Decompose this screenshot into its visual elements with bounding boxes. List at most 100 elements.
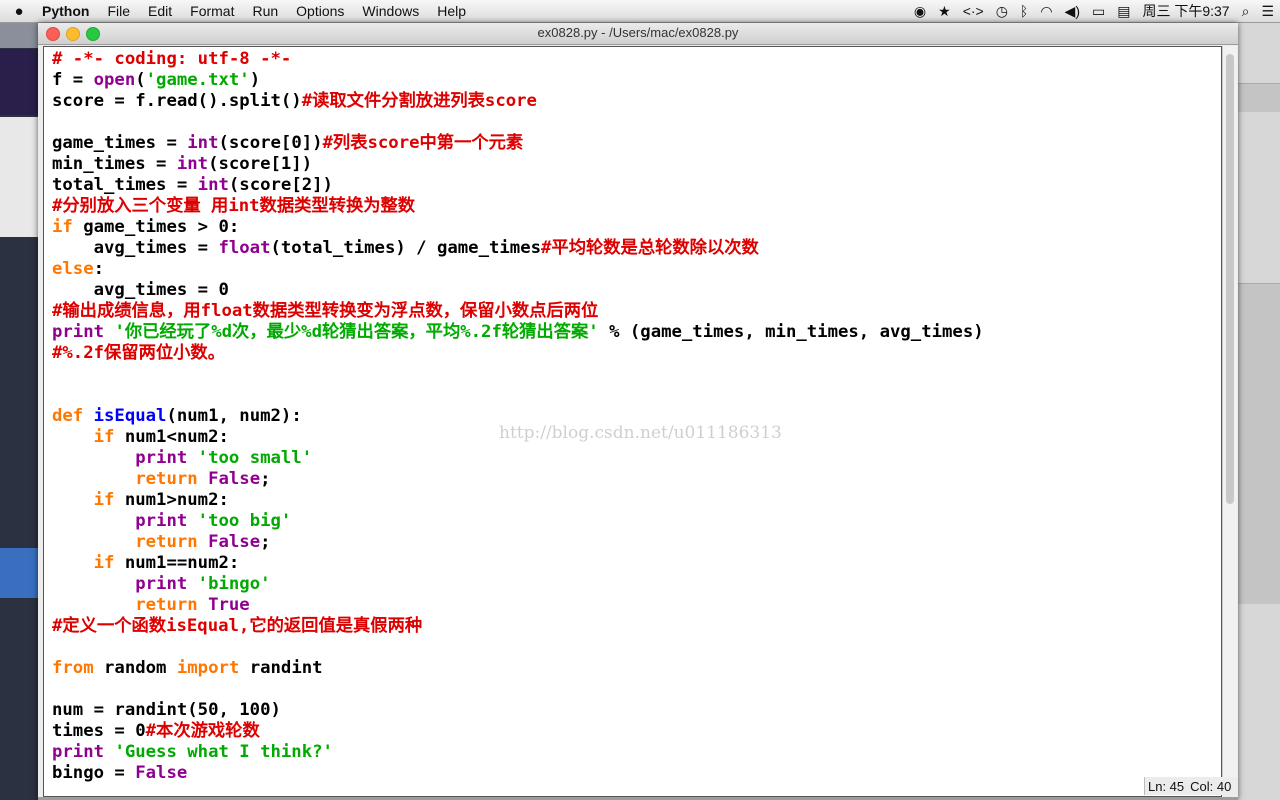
code-token: int xyxy=(197,175,229,195)
code-line[interactable]: print '你已经玩了%d次，最少%d轮猜出答案，平均%.2f轮猜出答案' %… xyxy=(52,322,984,343)
code-token: int xyxy=(187,133,219,153)
desktop-tile xyxy=(0,23,38,48)
code-line[interactable]: # -*- coding: utf-8 -*- xyxy=(52,49,984,70)
spotlight-search-icon[interactable]: ⌕ xyxy=(1236,3,1256,20)
menu-run[interactable]: Run xyxy=(243,3,287,19)
volume-icon[interactable]: ◀) xyxy=(1059,3,1086,20)
code-token: if xyxy=(93,490,115,510)
line-number: Ln: 45 xyxy=(1148,778,1185,794)
code-line[interactable]: from random import randint xyxy=(52,658,984,679)
code-line[interactable]: print 'too big' xyxy=(52,511,984,532)
code-line[interactable] xyxy=(52,637,984,658)
code-token: (num1, num2): xyxy=(166,406,302,426)
code-token: avg_times = 0 xyxy=(52,280,229,300)
code-token: 'game.txt' xyxy=(145,70,250,90)
desktop-tile xyxy=(1238,83,1280,112)
menu-bar: ● Python File Edit Format Run Options Wi… xyxy=(0,0,1280,23)
desktop-tile xyxy=(0,548,38,598)
code-line[interactable]: return False; xyxy=(52,532,984,553)
code-token: def xyxy=(52,406,84,426)
code-line[interactable]: avg_times = 0 xyxy=(52,280,984,301)
status-bar: Ln: 45 Col: 40 xyxy=(1144,777,1238,795)
code-token: #分别放入三个变量 用int数据类型转换为整数 xyxy=(52,196,416,216)
code-line[interactable]: print 'too small' xyxy=(52,448,984,469)
code-token: ; xyxy=(260,532,271,552)
code-line[interactable]: total_times = int(score[2]) xyxy=(52,175,984,196)
code-line[interactable] xyxy=(52,364,984,385)
code-token: else xyxy=(52,259,94,279)
code-line[interactable]: #输出成绩信息，用float数据类型转换变为浮点数，保留小数点后两位 xyxy=(52,301,984,322)
time-machine-icon[interactable]: ◷ xyxy=(990,3,1014,20)
menu-format[interactable]: Format xyxy=(181,3,243,19)
menu-windows[interactable]: Windows xyxy=(353,3,428,19)
code-line[interactable]: if game_times > 0: xyxy=(52,217,984,238)
code-line[interactable]: num = randint(50, 100) xyxy=(52,700,984,721)
code-line[interactable]: times = 0#本次游戏轮数 xyxy=(52,721,984,742)
code-line[interactable]: print 'bingo' xyxy=(52,574,984,595)
code-token: num1>num2: xyxy=(114,490,229,510)
menu-help[interactable]: Help xyxy=(428,3,475,19)
code-line[interactable]: return True xyxy=(52,595,984,616)
code-token: min_times = xyxy=(52,154,177,174)
code-text[interactable]: # -*- coding: utf-8 -*- f = open('game.tx… xyxy=(52,49,984,784)
menu-edit[interactable]: Edit xyxy=(139,3,181,19)
scrollbar-thumb[interactable] xyxy=(1226,54,1234,504)
siri-icon[interactable]: ◉ xyxy=(908,3,932,20)
code-line[interactable]: f = open('game.txt') xyxy=(52,70,984,91)
code-line[interactable]: score = f.read().split()#读取文件分割放进列表score xyxy=(52,91,984,112)
code-line[interactable]: print 'Guess what I think?' xyxy=(52,742,984,763)
code-line[interactable]: return False; xyxy=(52,469,984,490)
battery-icon[interactable]: ▭ xyxy=(1086,3,1111,20)
code-token: (score[2]) xyxy=(228,175,333,195)
code-line[interactable] xyxy=(52,385,984,406)
code-token: if xyxy=(93,553,115,573)
code-line[interactable] xyxy=(52,679,984,700)
code-line[interactable]: #分别放入三个变量 用int数据类型转换为整数 xyxy=(52,196,984,217)
bluetooth-icon[interactable]: ᛒ xyxy=(1014,3,1034,19)
code-line[interactable]: if num1==num2: xyxy=(52,553,984,574)
code-token: 'Guess what I think?' xyxy=(114,742,333,762)
window-title: ex0828.py - /Users/mac/ex0828.py xyxy=(537,25,739,40)
code-line[interactable]: min_times = int(score[1]) xyxy=(52,154,984,175)
title-bar[interactable]: ex0828.py - /Users/mac/ex0828.py xyxy=(38,23,1238,45)
code-token: False xyxy=(208,532,261,552)
code-line[interactable]: game_times = int(score[0])#列表score中第一个元素 xyxy=(52,133,984,154)
code-token: int xyxy=(176,154,209,174)
code-line[interactable] xyxy=(52,112,984,133)
clock[interactable]: 周三 下午9:37 xyxy=(1136,1,1235,21)
menu-app-python[interactable]: Python xyxy=(38,3,98,19)
code-editor[interactable]: # -*- coding: utf-8 -*- f = open('game.tx… xyxy=(43,46,1222,797)
code-line[interactable]: bingo = False xyxy=(52,763,984,784)
code-token: print xyxy=(52,322,105,342)
code-token: print xyxy=(135,511,188,531)
code-token: return xyxy=(135,469,198,489)
menu-options[interactable]: Options xyxy=(287,3,353,19)
code-token: randint xyxy=(239,658,323,678)
code-line[interactable]: #定义一个函数isEqual,它的返回值是真假两种 xyxy=(52,616,984,637)
code-token: False xyxy=(135,763,188,783)
vertical-scrollbar[interactable] xyxy=(1222,46,1237,795)
apple-icon[interactable]: ● xyxy=(0,3,38,20)
code-token: #读取文件分割放进列表score xyxy=(301,91,537,111)
flag-icon[interactable]: ▤ xyxy=(1111,3,1136,20)
star-icon[interactable]: ★ xyxy=(932,3,957,20)
wifi-icon[interactable]: ◠ xyxy=(1034,3,1058,20)
code-line[interactable]: #%.2f保留两位小数。 xyxy=(52,343,984,364)
code-token: '你已经玩了%d次，最少%d轮猜出答案，平均%.2f轮猜出答案' xyxy=(114,322,599,342)
code-line[interactable]: avg_times = float(total_times) / game_ti… xyxy=(52,238,984,259)
code-token: #%.2f保留两位小数。 xyxy=(52,343,225,363)
code-token: f = xyxy=(52,70,94,90)
notification-list-icon[interactable]: ☰ xyxy=(1255,3,1280,20)
code-brackets-icon[interactable]: <·> xyxy=(957,3,990,19)
menu-file[interactable]: File xyxy=(98,3,139,19)
code-line[interactable]: if num1>num2: xyxy=(52,490,984,511)
editor-window: ex0828.py - /Users/mac/ex0828.py # -*- c… xyxy=(38,23,1238,800)
code-token: from xyxy=(52,658,94,678)
code-line[interactable]: else: xyxy=(52,259,984,280)
